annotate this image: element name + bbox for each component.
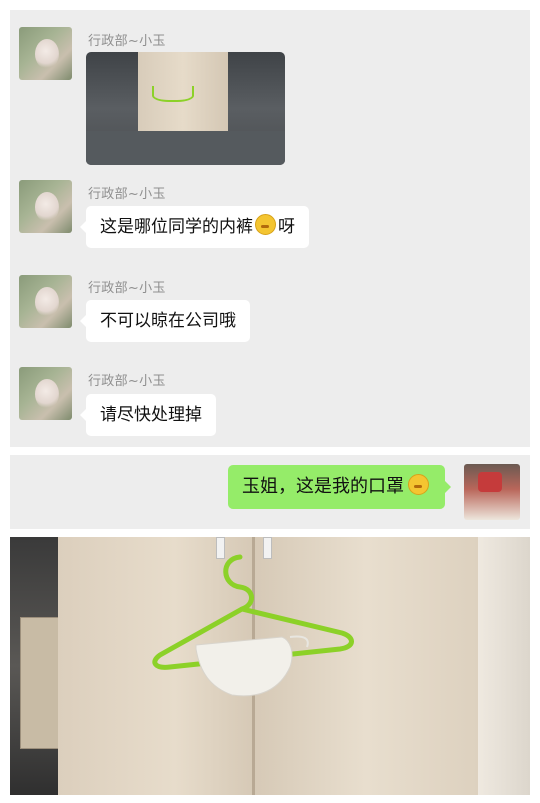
chat-panel-reply: 玉姐，这是我的口罩	[10, 455, 530, 529]
reply-text: 玉姐，这是我的口罩	[242, 476, 404, 497]
message-bubble[interactable]: 这是哪位同学的内裤 呀	[80, 206, 309, 248]
flustered-face-emoji-icon	[255, 214, 276, 235]
message-text: 这是哪位同学的内裤	[100, 217, 253, 237]
message-bubble[interactable]: 不可以晾在公司哦	[80, 300, 250, 342]
image-message-thumbnail[interactable]	[86, 52, 285, 165]
message-bubble[interactable]: 请尽快处理掉	[80, 394, 216, 436]
sender-name: 行政部~小玉	[88, 34, 166, 49]
cabinet-photo	[10, 537, 530, 795]
sender-name: 行政部~小玉	[88, 281, 166, 296]
chat-panel-incoming: 行政部~小玉 行政部~小玉 这是哪位同学的内裤 呀 行政部~小玉 不可以晾在公司哦…	[10, 10, 530, 447]
reply-bubble[interactable]: 玉姐，这是我的口罩	[228, 465, 451, 509]
sender-avatar[interactable]	[19, 367, 72, 420]
hanger-with-mask-icon	[152, 554, 354, 697]
sender-avatar[interactable]	[19, 180, 72, 233]
self-avatar[interactable]	[464, 464, 520, 520]
sender-avatar[interactable]	[19, 27, 72, 80]
sender-name: 行政部~小玉	[88, 374, 166, 389]
message-text: 请尽快处理掉	[100, 405, 202, 425]
sender-name: 行政部~小玉	[88, 187, 166, 202]
sender-avatar[interactable]	[19, 275, 72, 328]
smiling-face-emoji-icon	[408, 474, 429, 495]
message-text: 不可以晾在公司哦	[100, 311, 236, 331]
message-text-suffix: 呀	[278, 217, 295, 237]
